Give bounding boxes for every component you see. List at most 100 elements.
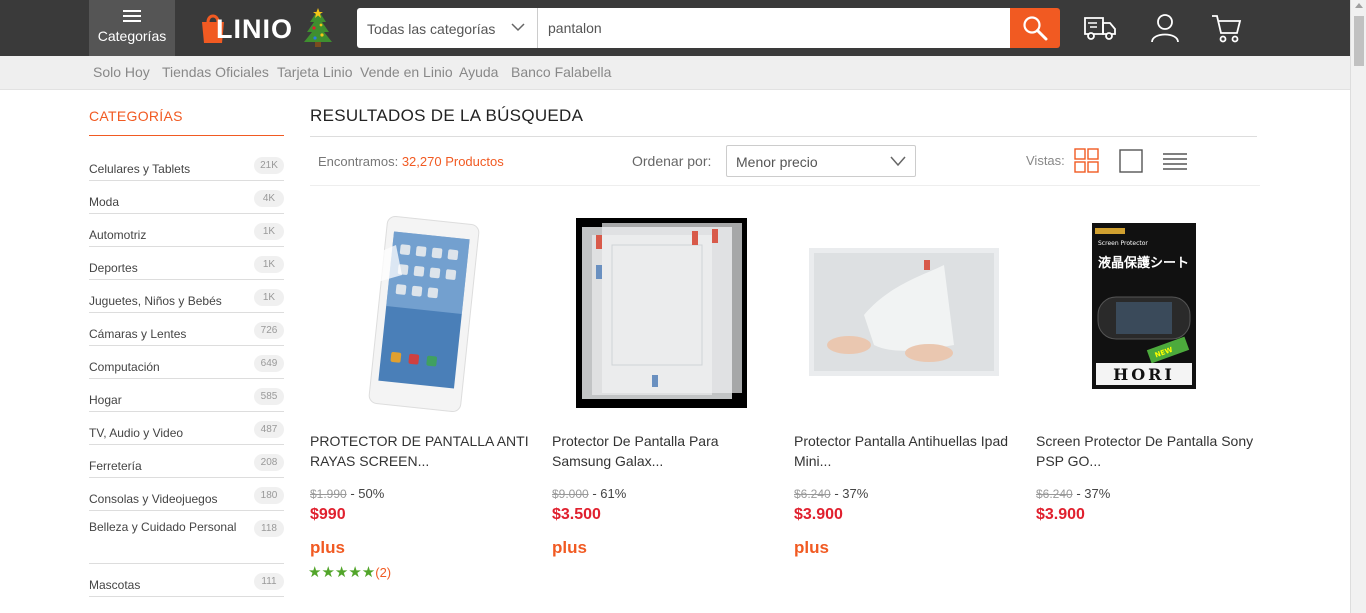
sidebar-item-juguetes[interactable]: Juguetes, Niños y Bebés 1K	[89, 280, 284, 313]
sidebar-item-automotriz[interactable]: Automotriz 1K	[89, 214, 284, 247]
christmas-tree-icon	[304, 8, 332, 47]
sidebar-item-deportes[interactable]: Deportes 1K	[89, 247, 284, 280]
list-view-icon[interactable]	[1162, 148, 1188, 174]
sidebar-item-consolas[interactable]: Consolas y Videojuegos 180	[89, 478, 284, 511]
review-count[interactable]: (2)	[375, 565, 391, 580]
page-scrollbar[interactable]	[1350, 0, 1366, 613]
pack-top-text: Screen Protector	[1098, 240, 1148, 247]
grid-view-icon[interactable]	[1074, 148, 1100, 174]
results-count: Encontramos: 32,270 Productos	[318, 154, 504, 169]
product-card[interactable]: PROTECTOR DE PANTALLA ANTI RAYAS SCREEN.…	[308, 205, 530, 595]
category-count: 111	[254, 573, 284, 590]
category-list: Celulares y Tablets 21K Moda 4K Automotriz…	[89, 148, 284, 597]
category-label: Automotriz	[89, 228, 147, 242]
product-name[interactable]: Protector Pantalla Antihuellas Ipad Mini…	[794, 431, 1014, 471]
delivery-truck-icon[interactable]	[1083, 12, 1117, 44]
product-card[interactable]: Screen Protector 液晶保護シート NEW HORI Screen…	[1036, 205, 1256, 595]
linio-logo[interactable]: LINIO	[198, 8, 338, 48]
discount-percent: - 37%	[830, 486, 869, 501]
category-count: 21K	[254, 157, 284, 174]
results-count-prefix: Encontramos:	[318, 154, 399, 169]
category-count: 585	[254, 388, 284, 405]
nav-link-vende-en-linio[interactable]: Vende en Linio	[360, 64, 453, 80]
categories-menu-button[interactable]: Categorías	[89, 0, 175, 56]
plus-badge: plus	[310, 538, 345, 557]
category-label: Hogar	[89, 393, 122, 407]
category-count: 1K	[254, 223, 284, 240]
category-label: Juguetes, Niños y Bebés	[89, 294, 222, 308]
category-label: TV, Audio y Video	[89, 426, 184, 440]
discount-percent: - 37%	[1072, 486, 1111, 501]
sidebar-item-hogar[interactable]: Hogar 585	[89, 379, 284, 412]
product-card[interactable]: Protector De Pantalla Para Samsung Galax…	[552, 205, 772, 595]
product-price: $3.500	[552, 506, 601, 523]
category-count: 1K	[254, 256, 284, 273]
sidebar-item-camaras[interactable]: Cámaras y Lentes 726	[89, 313, 284, 346]
sort-select-value: Menor precio	[736, 154, 818, 170]
single-view-icon[interactable]	[1118, 148, 1144, 174]
product-name[interactable]: PROTECTOR DE PANTALLA ANTI RAYAS SCREEN.…	[310, 431, 530, 471]
category-count: 118	[254, 520, 284, 537]
secondary-nav: Solo Hoy Tiendas Oficiales Tarjeta Linio…	[0, 56, 1350, 90]
sidebar-item-mascotas[interactable]: Mascotas 111	[89, 564, 284, 597]
top-header: Categorías LINIO Todas las categorías	[0, 0, 1350, 56]
product-discount: $9.000 - 61%	[552, 486, 626, 501]
sort-select[interactable]: Menor precio	[726, 145, 916, 177]
nav-link-tarjeta-linio[interactable]: Tarjeta Linio	[277, 64, 353, 80]
nav-link-tiendas-oficiales[interactable]: Tiendas Oficiales	[162, 64, 269, 80]
categories-menu-label: Categorías	[97, 28, 167, 44]
product-image-ipad	[368, 215, 480, 413]
pack-brand-text: HORI	[1113, 365, 1175, 384]
product-name[interactable]: Screen Protector De Pantalla Sony PSP GO…	[1036, 431, 1256, 471]
search-icon	[1023, 16, 1048, 41]
category-count: 649	[254, 355, 284, 372]
category-select[interactable]: Todas las categorías	[357, 8, 538, 48]
sidebar-item-computacion[interactable]: Computación 649	[89, 346, 284, 379]
user-account-icon[interactable]	[1148, 12, 1182, 44]
category-label: Ferretería	[89, 459, 142, 473]
product-image-psp-go-protector: Screen Protector 液晶保護シート NEW HORI	[1092, 223, 1196, 389]
scroll-up-arrow-icon[interactable]	[1355, 3, 1363, 8]
category-label: Consolas y Videojuegos	[89, 492, 218, 506]
sidebar-title: CATEGORÍAS	[89, 108, 284, 136]
product-card[interactable]: Protector Pantalla Antihuellas Ipad Mini…	[794, 205, 1014, 595]
old-price: $9.000	[552, 487, 589, 501]
discount-percent: - 61%	[588, 486, 627, 501]
scrollbar-thumb[interactable]	[1354, 16, 1364, 66]
plus-badge: plus	[552, 538, 587, 557]
product-price: $990	[310, 506, 346, 523]
nav-link-ayuda[interactable]: Ayuda	[459, 64, 498, 80]
category-label: Moda	[89, 195, 120, 209]
pack-title-text: 液晶保護シート	[1098, 255, 1189, 271]
sidebar-item-belleza[interactable]: Belleza y Cuidado Personal 118	[89, 511, 284, 564]
hamburger-icon	[123, 10, 141, 22]
nav-link-solo-hoy[interactable]: Solo Hoy	[93, 64, 150, 80]
product-image-ipad-mini-protector	[809, 248, 999, 376]
old-price: $6.240	[1036, 487, 1073, 501]
product-price: $3.900	[794, 506, 843, 523]
discount-percent: - 50%	[346, 486, 385, 501]
search-input[interactable]	[538, 8, 1010, 48]
product-name[interactable]: Protector De Pantalla Para Samsung Galax…	[552, 431, 772, 471]
category-label: Celulares y Tablets	[89, 162, 191, 176]
shopping-cart-icon[interactable]	[1210, 12, 1244, 44]
results-title: RESULTADOS DE LA BÚSQUEDA	[310, 106, 1257, 137]
sidebar-item-tv-audio-video[interactable]: TV, Audio y Video 487	[89, 412, 284, 445]
views-label: Vistas:	[1026, 153, 1065, 168]
category-count: 4K	[254, 190, 284, 207]
product-discount: $6.240 - 37%	[794, 486, 868, 501]
results-toolbar: Encontramos: 32,270 Productos Ordenar po…	[310, 138, 1260, 186]
logo-text: LINIO	[216, 14, 293, 44]
rating-stars: ★★★★★(2)	[308, 563, 391, 581]
sidebar-item-celulares[interactable]: Celulares y Tablets 21K	[89, 148, 284, 181]
category-label: Computación	[89, 360, 160, 374]
nav-link-banco-falabella[interactable]: Banco Falabella	[511, 64, 611, 80]
sidebar-item-ferreteria[interactable]: Ferretería 208	[89, 445, 284, 478]
search-button[interactable]	[1010, 8, 1060, 48]
sidebar-item-moda[interactable]: Moda 4K	[89, 181, 284, 214]
category-label: Mascotas	[89, 578, 141, 592]
chevron-down-icon	[511, 23, 525, 32]
category-count: 487	[254, 421, 284, 438]
category-count: 726	[254, 322, 284, 339]
category-count: 208	[254, 454, 284, 471]
